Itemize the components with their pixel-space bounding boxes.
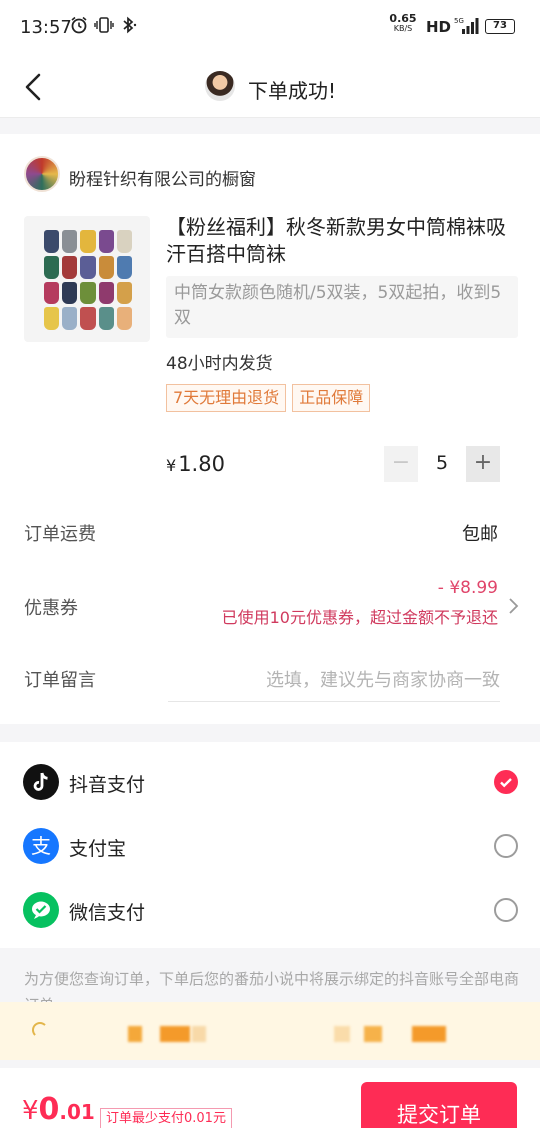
coupon-label[interactable]: 优惠券 [24, 594, 78, 620]
quantity-stepper: − 5 + [384, 446, 500, 482]
socks-picture [44, 230, 132, 330]
radio-selected[interactable] [494, 770, 518, 794]
total-amount: ¥0.01 [22, 1092, 95, 1127]
user-avatar [205, 71, 235, 101]
alarm-icon [71, 16, 87, 34]
alipay-icon: 支 [23, 828, 59, 864]
radio-unselected[interactable] [494, 834, 518, 858]
vibrate-icon [94, 17, 114, 33]
product-title[interactable]: 【粉丝福利】秋冬新款男女中筒棉袜吸汗百搭中筒袜 [166, 214, 516, 268]
service-tags: 7天无理由退货 正品保障 [166, 384, 371, 412]
order-card: 盼程针织有限公司的橱窗 【粉丝福利】秋冬新款男女中筒棉袜吸汗百搭中筒袜 中筒女款… [0, 134, 540, 724]
chevron-right-icon[interactable] [508, 596, 520, 616]
wechat-pay-icon [23, 892, 59, 928]
blurred-content [412, 1026, 446, 1042]
bluetooth-icon [123, 16, 137, 34]
coupon-note[interactable]: 已使用10元优惠券，超过金额不予退还 [222, 604, 498, 628]
tag-return-policy: 7天无理由退货 [166, 384, 287, 412]
blurred-content [334, 1026, 350, 1042]
signal-icon: 5G [454, 17, 479, 34]
payment-option-douyin[interactable]: 抖音支付 [0, 750, 540, 814]
minimum-payment-badge: 订单最少支付0.01元 [100, 1108, 232, 1128]
tag-authentic: 正品保障 [292, 384, 371, 412]
order-remark-label: 订单留言 [24, 670, 96, 691]
status-bar: 13:57 0.65 KB/S HD 5G 73 [0, 0, 540, 56]
network-speed: 0.65 KB/S [389, 12, 417, 33]
product-image[interactable] [24, 216, 150, 342]
payment-label: 微信支付 [69, 902, 146, 924]
order-notice: 为方便您查询订单，下单后您的番茄小说中将展示绑定的抖音账号全部电商订单 [24, 970, 520, 1002]
back-arrow-icon[interactable] [20, 70, 48, 104]
submit-order-button[interactable]: 提交订单 [361, 1082, 517, 1128]
decrease-quantity-button[interactable]: − [384, 446, 418, 482]
douyin-pay-icon [23, 764, 59, 800]
payment-option-wechat[interactable]: 微信支付 [0, 878, 540, 942]
blurred-content [192, 1026, 206, 1042]
product-sku[interactable]: 中筒女款颜色随机/5双装，5双起拍，收到5双 [166, 276, 518, 338]
loading-icon [32, 1022, 48, 1038]
svg-text:5G: 5G [454, 17, 464, 25]
radio-unselected[interactable] [494, 898, 518, 922]
shipping-fee-label: 订单运费 [24, 524, 96, 545]
status-icons [70, 16, 138, 34]
checkout-bar: ¥0.01 订单最少支付0.01元 提交订单 [0, 1068, 540, 1128]
quantity-value[interactable]: 5 [424, 452, 460, 474]
blurred-content [364, 1026, 382, 1042]
payment-label: 抖音支付 [69, 774, 146, 796]
payment-label: 支付宝 [69, 838, 127, 860]
page-title: 下单成功! [248, 79, 337, 103]
unit-price: ¥1.80 [166, 452, 225, 476]
increase-quantity-button[interactable]: + [466, 446, 500, 482]
payment-methods: 抖音支付 支 支付宝 微信支付 [0, 742, 540, 948]
battery-icon: 73 [485, 19, 515, 34]
status-time: 13:57 [20, 17, 72, 38]
shipping-time: 48小时内发货 [166, 354, 273, 374]
shop-logo[interactable] [24, 156, 60, 192]
hd-indicator: HD [426, 18, 452, 36]
shop-name[interactable]: 盼程针织有限公司的橱窗 [69, 165, 256, 190]
payment-option-alipay[interactable]: 支 支付宝 [0, 814, 540, 878]
promo-banner [0, 1002, 540, 1060]
shipping-fee-value: 包邮 [462, 524, 498, 545]
blurred-content [128, 1026, 142, 1042]
check-icon [500, 778, 512, 788]
blurred-content [160, 1026, 190, 1042]
order-remark-input[interactable] [168, 660, 500, 702]
nav-bar: 下单成功! [0, 56, 540, 118]
coupon-amount[interactable]: - ¥8.99 [438, 578, 498, 598]
